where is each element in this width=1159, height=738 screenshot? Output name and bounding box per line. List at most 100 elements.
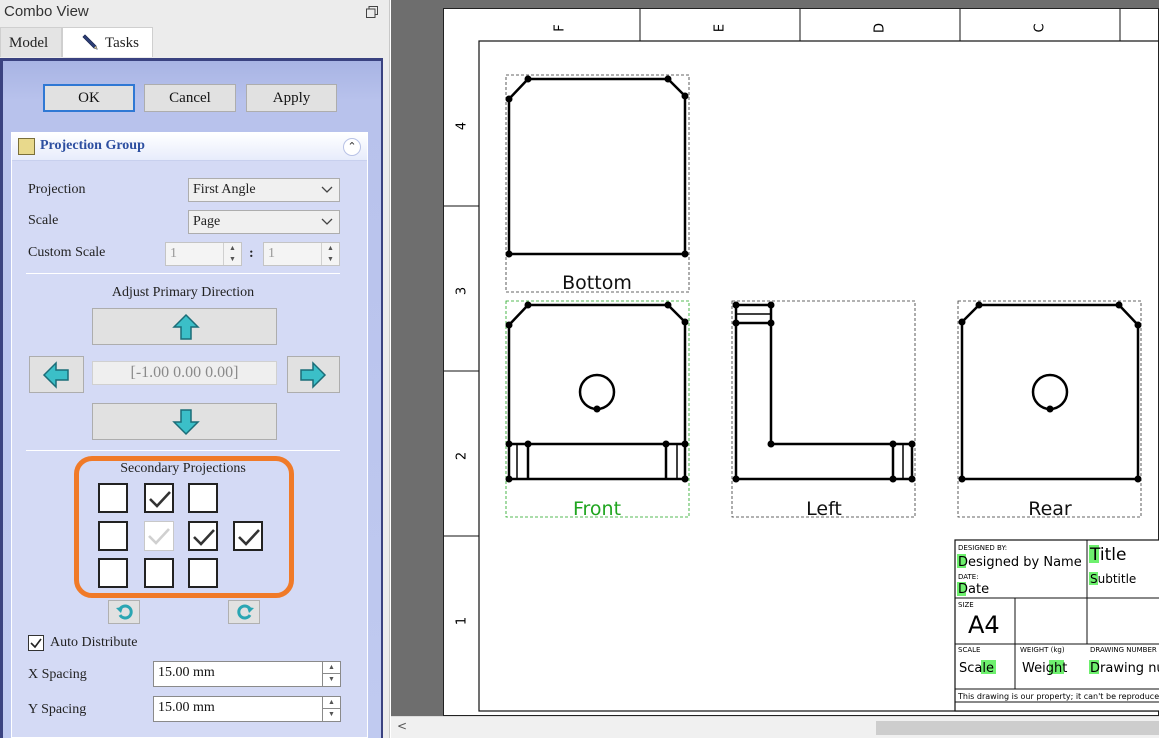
projection-checkbox-front xyxy=(144,521,174,551)
rotate-down-button[interactable] xyxy=(92,403,277,440)
tab-tasks[interactable]: Tasks xyxy=(62,27,153,57)
ok-button[interactable]: OK xyxy=(43,84,135,112)
zone-label-column: C xyxy=(1033,23,1048,32)
collapse-icon[interactable]: ⌃ xyxy=(343,138,361,156)
adjust-primary-direction-label: Adjust Primary Direction xyxy=(111,285,255,300)
horizontal-scrollbar[interactable]: < xyxy=(391,716,1159,738)
zone-label-row: 1 xyxy=(455,617,470,625)
projection-checkbox-bottom-left[interactable] xyxy=(98,558,128,588)
spin-arrows[interactable]: ▲ ▼ xyxy=(223,243,241,265)
custom-scale-denominator-value: 1 xyxy=(268,246,275,261)
cancel-button[interactable]: Cancel xyxy=(144,84,236,112)
projection-checkbox-bottom-right[interactable] xyxy=(188,558,218,588)
view-left: Left xyxy=(731,300,916,520)
tab-bar: Model Tasks xyxy=(0,27,388,57)
rotate-cw-button[interactable] xyxy=(108,600,140,624)
drawing-number-value[interactable]: Drawing nur xyxy=(1090,661,1159,676)
weight-label: WEIGHT (kg) xyxy=(1020,646,1065,654)
custom-scale-numerator-value: 1 xyxy=(170,246,177,261)
projection-group-icon xyxy=(18,138,35,155)
rotate-right-button[interactable] xyxy=(287,356,340,393)
combo-view-title: Combo View xyxy=(4,3,89,20)
scrollbar-thumb[interactable] xyxy=(876,721,1159,735)
projection-checkbox-left[interactable] xyxy=(98,521,128,551)
projection-select[interactable]: First Angle xyxy=(188,178,340,202)
spin-arrows[interactable]: ▲ ▼ xyxy=(321,243,339,265)
custom-scale-numerator[interactable]: 1 ▲ ▼ xyxy=(165,242,242,266)
title-value[interactable]: Title xyxy=(1089,545,1126,565)
scale-label: Scale xyxy=(28,213,59,228)
rotate-up-button[interactable] xyxy=(92,308,277,345)
projection-checkbox-top[interactable] xyxy=(144,483,174,513)
view-label-front: Front xyxy=(573,498,621,520)
rotate-ccw-icon xyxy=(237,604,254,620)
checkmark-icon xyxy=(148,528,170,545)
divider xyxy=(26,450,340,451)
scroll-left-icon[interactable]: < xyxy=(397,719,407,733)
tab-tasks-label: Tasks xyxy=(105,35,139,51)
apply-button[interactable]: Apply xyxy=(246,84,337,112)
projection-checkbox-top-left[interactable] xyxy=(98,483,128,513)
zone-label-row: 4 xyxy=(455,122,470,130)
drawing-sheet: F E D C 4 3 2 1 Bottom Front Left Rear D… xyxy=(443,8,1159,716)
rotate-left-button[interactable] xyxy=(29,356,84,393)
drawing-number-label: DRAWING NUMBER xyxy=(1090,646,1157,654)
date-label: DATE: xyxy=(958,573,979,581)
combo-view-panel: Combo View Model Tasks OK Cancel Apply P… xyxy=(0,0,390,738)
restore-icon[interactable] xyxy=(366,6,378,18)
y-spacing-label: Y Spacing xyxy=(28,702,87,717)
title-block-footer: This drawing is our property; it can't b… xyxy=(957,692,1159,701)
auto-distribute-checkbox[interactable] xyxy=(28,635,44,651)
view-label-rear: Rear xyxy=(1028,498,1072,520)
x-spacing-label: X Spacing xyxy=(28,667,87,682)
drawing-viewport[interactable]: F E D C 4 3 2 1 Bottom Front Left Rear D… xyxy=(391,0,1159,738)
subtitle-value[interactable]: Subtitle xyxy=(1090,572,1136,586)
scale-label: SCALE xyxy=(958,646,980,654)
projection-group-header[interactable]: Projection Group ⌃ xyxy=(12,133,367,161)
projection-label: Projection xyxy=(28,182,86,197)
scale-value[interactable]: Scale xyxy=(959,661,994,676)
arrow-right-icon xyxy=(300,361,327,389)
zone-label-row: 2 xyxy=(455,452,470,460)
view-label-bottom: Bottom xyxy=(562,272,632,294)
date-value[interactable]: Date xyxy=(958,582,989,597)
tab-model[interactable]: Model xyxy=(0,27,62,57)
zone-label-column: E xyxy=(713,24,728,32)
projection-checkbox-bottom[interactable] xyxy=(144,558,174,588)
combo-view-titlebar: Combo View xyxy=(0,0,388,26)
custom-scale-label: Custom Scale xyxy=(28,245,106,260)
zone-label-column: D xyxy=(873,23,888,33)
custom-scale-denominator[interactable]: 1 ▲ ▼ xyxy=(263,242,340,266)
tab-model-label: Model xyxy=(9,35,49,51)
arrow-down-icon xyxy=(172,409,200,436)
rotate-ccw-button[interactable] xyxy=(228,600,260,624)
y-spacing-input[interactable]: 15.00 mm ▲ ▼ xyxy=(153,696,341,722)
direction-field: [-1.00 0.00 0.00] xyxy=(92,361,277,385)
x-spacing-value: 15.00 mm xyxy=(158,665,215,680)
y-spacing-value: 15.00 mm xyxy=(158,700,215,715)
checkmark-icon xyxy=(30,638,42,649)
projection-select-value: First Angle xyxy=(193,182,256,197)
view-label-left: Left xyxy=(806,498,842,520)
arrow-up-icon xyxy=(172,313,200,340)
x-spacing-input[interactable]: 15.00 mm ▲ ▼ xyxy=(153,661,341,687)
checkmark-icon xyxy=(238,529,260,546)
arrow-left-icon xyxy=(42,361,69,389)
scale-select-value: Page xyxy=(193,214,221,229)
chevron-down-icon xyxy=(321,186,333,193)
divider xyxy=(26,273,340,274)
checkmark-icon xyxy=(149,491,171,508)
projection-checkbox-top-right[interactable] xyxy=(188,483,218,513)
projection-checkbox-rear[interactable] xyxy=(233,521,263,551)
drawing-canvas: F E D C 4 3 2 1 Bottom Front Left Rear D… xyxy=(444,9,1159,712)
weight-value[interactable]: Weight xyxy=(1022,661,1067,676)
chevron-down-icon xyxy=(321,218,333,225)
spin-arrows[interactable]: ▲ ▼ xyxy=(322,697,340,721)
title-block: DESIGNED BY: Designed by Name DATE: Date… xyxy=(954,539,1159,712)
pencil-icon xyxy=(82,34,98,50)
scale-select[interactable]: Page xyxy=(188,210,340,234)
spin-arrows[interactable]: ▲ ▼ xyxy=(322,662,340,686)
projection-checkbox-right[interactable] xyxy=(188,521,218,551)
view-front: Front xyxy=(505,300,690,520)
designed-by-value[interactable]: Designed by Name xyxy=(958,555,1082,570)
